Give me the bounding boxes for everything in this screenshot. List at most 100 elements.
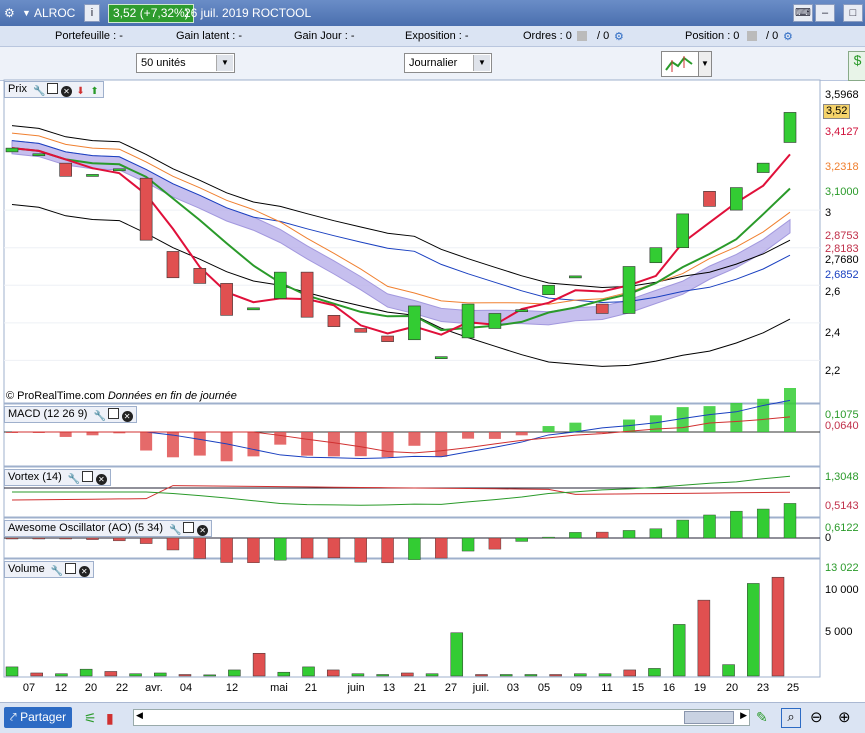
price-axis-label: 3,2318: [825, 161, 859, 173]
candle: [247, 307, 260, 311]
close-icon[interactable]: ✕: [78, 566, 90, 577]
volume-axis-label: 13 022: [825, 562, 859, 574]
candle: [354, 328, 368, 333]
ao-bar: [703, 514, 716, 539]
ao-bar: [783, 503, 797, 539]
candle: [59, 162, 72, 177]
volume-bar: [104, 671, 118, 677]
x-axis-label: 27: [444, 682, 458, 694]
vortex-axis-label: 0,5143: [825, 500, 859, 512]
macd-bar: [784, 388, 796, 432]
x-axis-label: 13: [382, 682, 396, 694]
window-icon[interactable]: [64, 563, 76, 574]
volume-axis-label: 5 000: [825, 626, 853, 638]
macd-bar: [542, 426, 555, 432]
macd-bar: [140, 432, 153, 451]
x-axis-label: 05: [537, 682, 551, 694]
ao-bar: [381, 537, 394, 564]
volume-axis-label: 10 000: [825, 584, 859, 596]
share-button[interactable]: ⤤ Partager: [4, 707, 73, 728]
candle: [569, 275, 582, 279]
candles-icon[interactable]: ▮: [106, 710, 114, 727]
ao-bar: [756, 508, 770, 539]
scroll-left-icon[interactable]: ◀: [136, 710, 143, 721]
price-axis-label: 3,1000: [825, 186, 859, 198]
x-axis-label: 12: [225, 682, 239, 694]
volume-bar: [129, 673, 142, 677]
wrench-icon[interactable]: 🔧: [68, 474, 80, 485]
macd-bar: [59, 432, 72, 437]
ao-bar: [327, 537, 341, 559]
ao-bar: [488, 537, 502, 550]
macd-bar: [274, 432, 287, 445]
ao-bar: [649, 528, 663, 539]
macd-bar: [408, 432, 421, 446]
x-axis-label: 20: [84, 682, 98, 694]
candle: [86, 174, 99, 177]
window-icon[interactable]: [107, 408, 119, 419]
x-axis-label: 16: [662, 682, 676, 694]
candle: [730, 187, 743, 211]
x-axis-label: 04: [179, 682, 193, 694]
x-axis-label: 21: [304, 682, 318, 694]
draw-tool-icon[interactable]: ✎: [756, 709, 768, 726]
volume-bar: [252, 652, 266, 677]
candle: [5, 147, 19, 153]
wrench-icon[interactable]: 🔧: [51, 566, 63, 577]
scroll-thumb[interactable]: [684, 711, 734, 724]
volume-bar: [648, 668, 661, 677]
window-icon[interactable]: [183, 522, 195, 533]
close-icon[interactable]: ✕: [95, 474, 107, 485]
macd-bar: [515, 432, 528, 436]
candle: [434, 356, 448, 359]
window-icon[interactable]: [47, 83, 59, 94]
volume-bar: [228, 669, 241, 677]
arrow-up-icon[interactable]: ⬆: [89, 86, 100, 97]
close-icon[interactable]: ✕: [121, 411, 133, 422]
indicator-icon[interactable]: ⚟: [84, 710, 97, 727]
candle: [488, 313, 502, 329]
volume-bar: [574, 673, 587, 677]
volume-bar: [30, 672, 43, 677]
candle: [381, 335, 394, 342]
macd-bar: [730, 402, 743, 432]
wrench-icon[interactable]: 🔧: [169, 525, 181, 536]
zoom-in-icon[interactable]: ⊕: [838, 708, 851, 726]
candle: [676, 213, 689, 248]
close-icon[interactable]: ✕: [197, 525, 209, 536]
volume-bar: [722, 664, 735, 677]
horizontal-scrollbar[interactable]: ◀ ▶: [133, 709, 750, 726]
x-axis-label: 25: [786, 682, 800, 694]
bottom-toolbar: ⤤ Partager ⚟ ▮ ◀ ▶ ✎ ⌕ ⊖ ⊕: [0, 702, 865, 733]
ao-bar: [59, 537, 72, 540]
window-icon[interactable]: [81, 471, 93, 482]
macd-panel-title: MACD (12 26 9): [8, 408, 88, 420]
price-tick-label: 2,2: [825, 365, 841, 377]
price-panel-title: Prix: [8, 83, 27, 95]
ao-bar: [247, 537, 260, 563]
price-axis-label: 2,8753: [825, 230, 859, 242]
ao-bar: [32, 537, 46, 540]
x-axis-label: juin: [347, 682, 365, 694]
arrow-down-icon[interactable]: ⬇: [75, 86, 86, 97]
x-axis-label: 15: [631, 682, 645, 694]
share-label: Partager: [20, 710, 67, 724]
candle: [220, 283, 233, 316]
candle: [300, 271, 314, 318]
price-tick-label: 3: [825, 207, 832, 219]
price-chart[interactable]: [0, 0, 865, 732]
zoom-selection-icon[interactable]: ⌕: [781, 708, 801, 728]
zoom-out-icon[interactable]: ⊖: [810, 708, 823, 726]
price-axis-label: 3,52: [823, 104, 851, 119]
macd-bar: [462, 432, 475, 439]
candle: [515, 309, 529, 312]
ao-bar: [220, 537, 233, 563]
macd-bar: [703, 406, 716, 432]
wrench-icon[interactable]: 🔧: [94, 411, 106, 422]
close-icon[interactable]: ✕: [61, 86, 73, 97]
watermark-note: Données en fin de journée: [107, 390, 237, 402]
price-tick-label: 2,4: [825, 327, 841, 339]
wrench-icon[interactable]: 🔧: [33, 86, 45, 97]
scroll-right-icon[interactable]: ▶: [740, 710, 747, 721]
volume-bar: [326, 669, 340, 677]
